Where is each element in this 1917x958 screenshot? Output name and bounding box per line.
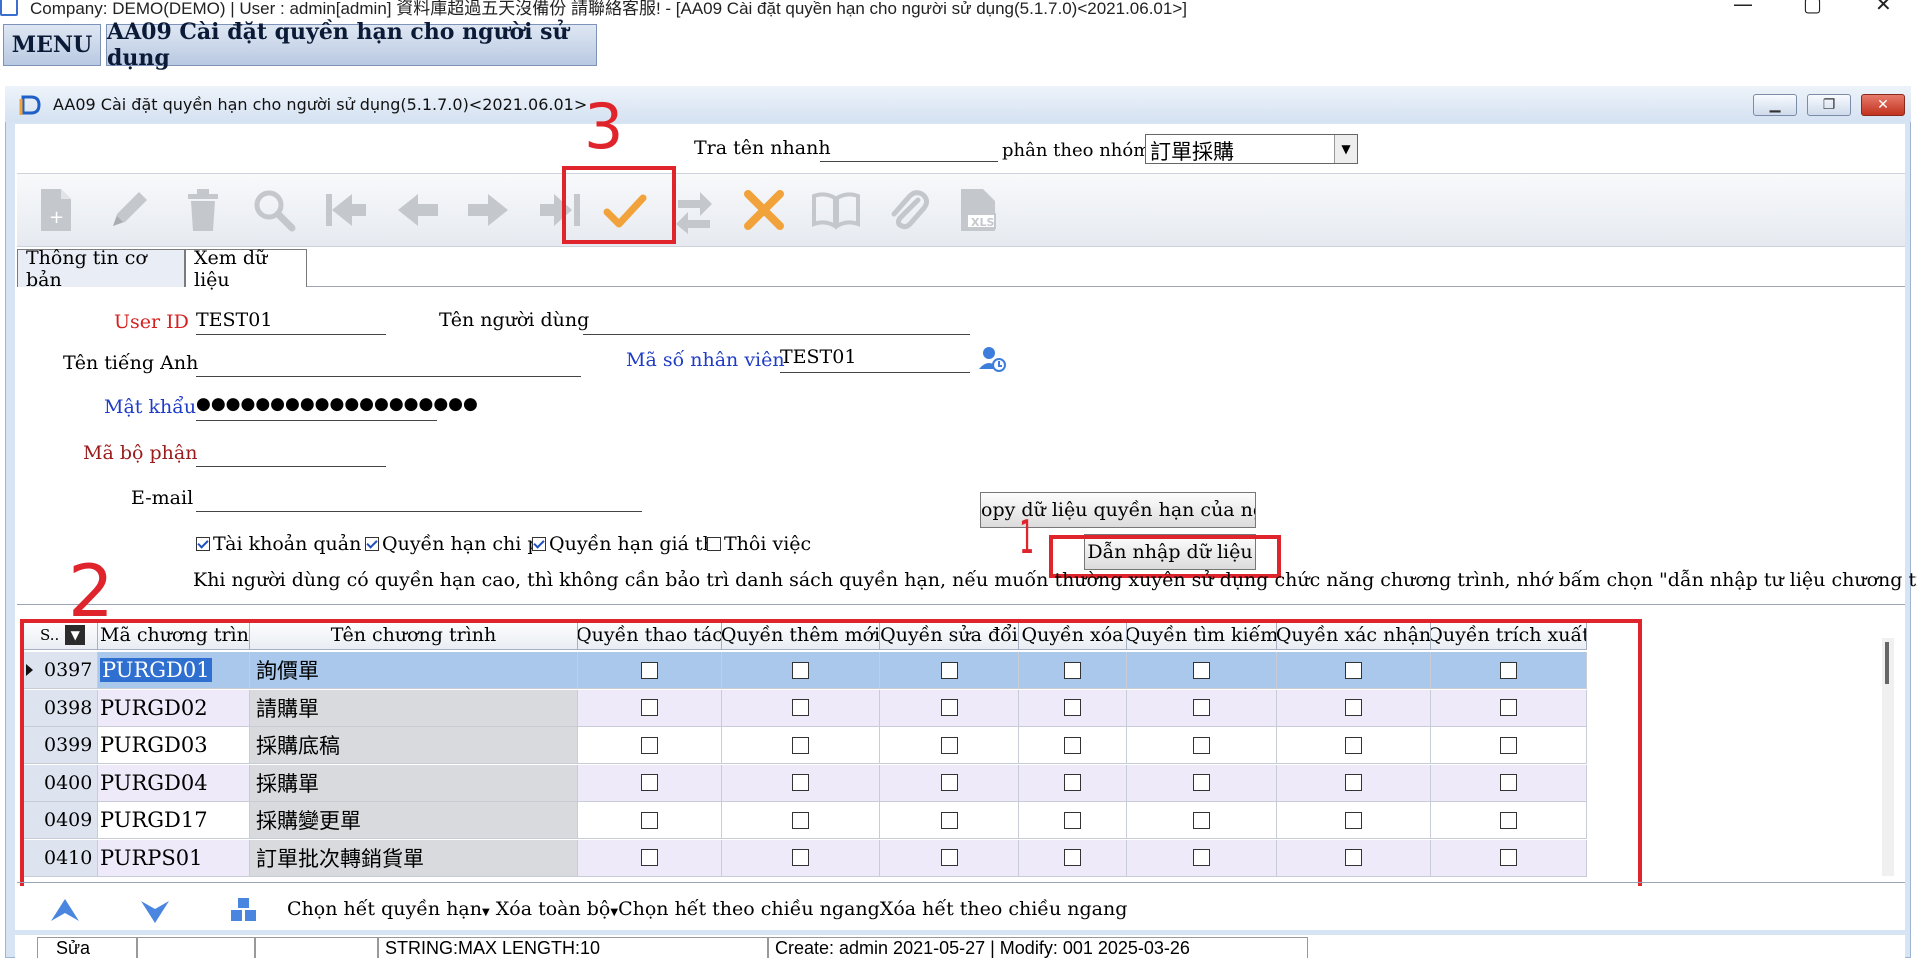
department-label: Mã bộ phận — [83, 442, 198, 464]
price-permission-checkbox[interactable] — [532, 537, 546, 551]
password-label: Mật khẩu — [104, 396, 197, 418]
blocks-icon[interactable] — [229, 896, 259, 924]
email-label: E-mail — [131, 487, 194, 509]
user-id-field[interactable]: TEST01 — [196, 309, 386, 335]
resign-checkbox[interactable] — [707, 537, 721, 551]
new-doc-icon[interactable]: + — [28, 182, 84, 238]
annotation-mark-3: 3 — [584, 90, 624, 163]
user-name-label: Tên người dùng — [439, 309, 590, 331]
employee-lookup-icon[interactable] — [978, 345, 1006, 373]
group-select-value: 訂單採購 — [1150, 140, 1234, 164]
menu-button[interactable]: MENU — [3, 24, 101, 66]
user-id-label: User ID — [114, 311, 189, 333]
clear-horizontal-button[interactable]: Xóa hết theo chiều ngang — [880, 898, 1128, 920]
permission-hint: Khi người dùng có quyền hạn cao, thì khô… — [193, 569, 1917, 591]
app-icon — [0, 0, 18, 16]
tab-basic-info[interactable]: Thông tin cơ bản — [17, 247, 185, 291]
quick-search-label: Tra tên nhanh — [694, 137, 831, 159]
inner-window-title: AA09 Cài đặt quyền hạn cho người sử dụng… — [53, 95, 588, 114]
status-record-info: Create: admin 2021-05-27 | Modify: 001 2… — [768, 937, 1308, 958]
excel-icon[interactable]: XLS — [950, 182, 1006, 238]
user-name-field[interactable] — [583, 309, 970, 335]
annotation-mark-1: 1 — [1019, 510, 1034, 564]
edit-icon[interactable] — [101, 182, 157, 238]
status-mode: Sửa — [37, 937, 137, 958]
manual-icon[interactable] — [808, 182, 864, 238]
module-tab[interactable]: AA09 Cài đặt quyền hạn cho người sử dụng — [106, 19, 597, 71]
employee-code-field[interactable]: TEST01 — [780, 346, 970, 373]
annotation-box-3 — [562, 166, 676, 244]
cost-permission-checkbox[interactable] — [365, 537, 379, 551]
bottom-toolbar: Chọn hết quyền hạn▼ Xóa toàn bộ▼Chọn hết… — [15, 886, 1905, 930]
english-name-field[interactable] — [196, 350, 581, 377]
option-checkboxes: Tài khoản quản lý Quyền hạn chi p Quyền hạ… — [196, 532, 966, 558]
department-field[interactable] — [196, 440, 386, 467]
select-all-button[interactable]: Chọn hết quyền hạn — [287, 898, 482, 920]
annotation-box-2 — [20, 619, 1642, 898]
inner-close-button[interactable]: ✕ — [1861, 94, 1905, 116]
svg-text:XLS: XLS — [971, 216, 994, 229]
email-field[interactable] — [196, 485, 642, 512]
clear-all-dropdown-icon[interactable]: ▼ — [610, 907, 618, 918]
restore-icon[interactable]: ▢ — [1803, 0, 1822, 16]
status-field-info: STRING:MAX LENGTH:10 — [378, 937, 768, 958]
group-label: phân theo nhóm — [1002, 140, 1151, 161]
group-select[interactable]: 訂單採購 ▼ — [1145, 134, 1358, 164]
svg-text:+: + — [49, 207, 64, 228]
menu-bar: MENU AA09 Cài đặt quyền hạn cho người sử… — [0, 19, 1917, 71]
section-divider — [17, 604, 1905, 605]
chevron-down-icon[interactable]: ▼ — [1334, 135, 1357, 163]
minimize-icon[interactable]: — — [1733, 0, 1753, 16]
move-down-icon[interactable] — [139, 897, 171, 925]
cost-permission-label: Quyền hạn chi p — [382, 533, 532, 555]
next-record-icon[interactable] — [460, 182, 516, 238]
resign-label: Thôi việc — [724, 533, 812, 555]
status-empty-2 — [255, 937, 378, 958]
tab-view-data[interactable]: Xem dữ liệu — [185, 247, 307, 291]
annotation-mark-2: 2 — [68, 549, 114, 633]
admin-account-checkbox[interactable] — [196, 537, 210, 551]
grid-scrollbar-thumb[interactable] — [1885, 642, 1889, 684]
search-icon[interactable] — [246, 182, 302, 238]
inner-window-title-bar: AA09 Cài đặt quyền hạn cho người sử dụng… — [5, 86, 1911, 122]
delete-icon[interactable] — [175, 182, 231, 238]
first-record-icon[interactable] — [318, 182, 374, 238]
price-permission-label: Quyền hạn giá thà — [549, 533, 707, 555]
inner-minimize-button[interactable]: ▁ — [1753, 94, 1797, 116]
clear-all-button[interactable]: Xóa toàn bộ — [496, 898, 611, 920]
bulk-actions: Chọn hết quyền hạn▼ Xóa toàn bộ▼Chọn hết… — [287, 898, 1127, 920]
cancel-icon[interactable] — [736, 182, 792, 238]
select-all-dropdown-icon[interactable]: ▼ — [482, 907, 490, 918]
move-up-icon[interactable] — [49, 897, 81, 925]
select-horizontal-button[interactable]: Chọn hết theo chiều ngang — [618, 898, 880, 920]
quick-search-input[interactable] — [820, 137, 998, 162]
app-logo-icon — [19, 95, 41, 115]
grid-scrollbar[interactable] — [1882, 638, 1894, 876]
english-name-label: Tên tiếng Anh — [63, 352, 199, 374]
attach-icon[interactable] — [880, 182, 936, 238]
password-field[interactable]: ●●●●●●●●●●●●●●●●●●● — [196, 394, 478, 421]
prev-record-icon[interactable] — [390, 182, 446, 238]
employee-code-label: Mã số nhân viên — [626, 349, 785, 371]
window-title: Company: DEMO(DEMO) | User : admin[admin… — [30, 0, 1187, 18]
admin-account-label: Tài khoản quản lý — [213, 533, 365, 555]
inner-restore-button[interactable]: ❐ — [1807, 94, 1851, 116]
close-icon[interactable]: ✕ — [1875, 0, 1892, 16]
bottom-divider — [17, 882, 1905, 883]
status-empty-1 — [137, 937, 255, 958]
